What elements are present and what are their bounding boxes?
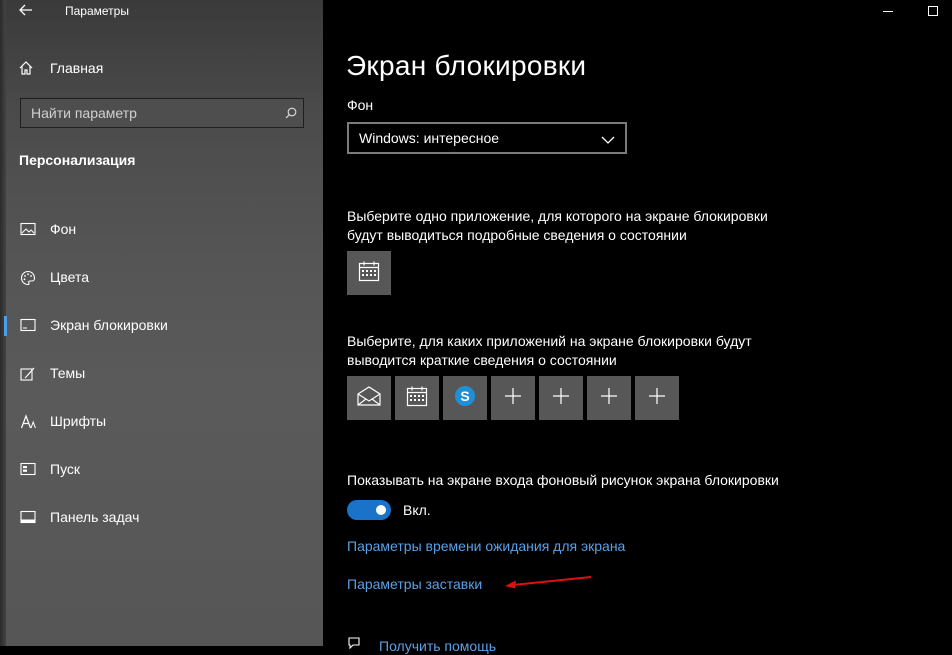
lock-screen-icon [20, 318, 36, 334]
sidebar-item-label: Шрифты [50, 413, 107, 429]
home-icon [18, 60, 34, 76]
plus-icon [553, 387, 569, 409]
sidebar-item-lock-screen[interactable]: Экран блокировки [0, 302, 323, 350]
screen-timeout-link[interactable]: Параметры времени ожидания для экрана [347, 538, 625, 554]
sidebar-item-label: Пуск [50, 461, 81, 477]
search-icon[interactable] [279, 99, 303, 127]
sidebar-item-label: Экран блокировки [50, 317, 168, 333]
plus-icon [505, 387, 521, 409]
skype-icon: S [453, 384, 477, 413]
nav-list: Фон Цвета Экран блокировки Темы Шрифты П… [0, 206, 323, 542]
background-label: Фон [347, 97, 374, 113]
mail-icon [357, 385, 381, 411]
toggle-state-label: Вкл. [403, 502, 431, 518]
svg-text:S: S [460, 388, 469, 404]
quick-status-mail-button[interactable] [347, 376, 391, 420]
minimize-icon[interactable] [868, 0, 908, 22]
detailed-status-app-button[interactable] [347, 251, 391, 295]
screensaver-link[interactable]: Параметры заставки [347, 576, 482, 592]
quick-status-add-button-1[interactable] [491, 376, 535, 420]
quick-status-calendar-button[interactable] [395, 376, 439, 420]
app-title: Параметры [65, 4, 129, 18]
sidebar-item-label: Темы [50, 365, 86, 381]
maximize-icon[interactable] [913, 0, 952, 22]
sidebar-item-start[interactable]: Пуск [0, 446, 323, 494]
search-input[interactable] [21, 104, 279, 122]
fonts-icon [20, 414, 36, 430]
chevron-down-icon [601, 132, 615, 148]
signin-background-toggle[interactable] [347, 500, 391, 520]
sidebar-item-fonts[interactable]: Шрифты [0, 398, 323, 446]
nav-home[interactable]: Главная [18, 58, 103, 78]
quick-status-add-button-3[interactable] [587, 376, 631, 420]
annotation-arrow [505, 576, 592, 589]
sidebar-item-label: Панель задач [50, 509, 140, 525]
calendar-icon [358, 260, 380, 287]
quick-status-add-button-4[interactable] [635, 376, 679, 420]
themes-icon [20, 366, 36, 382]
quick-status-add-button-2[interactable] [539, 376, 583, 420]
detailed-status-text: Выберите одно приложение, для которого н… [347, 208, 768, 243]
toggle-knob [376, 505, 386, 515]
sidebar-item-background[interactable]: Фон [0, 206, 323, 254]
nav-home-label: Главная [50, 60, 104, 76]
active-indicator [4, 316, 7, 336]
sidebar-item-taskbar[interactable]: Панель задач [0, 494, 323, 542]
main-content: Экран блокировки Фон Windows: интересное… [323, 0, 952, 654]
quick-status-skype-button[interactable]: S [443, 376, 487, 420]
palette-icon [20, 270, 36, 286]
arrow-left-icon[interactable] [14, 2, 38, 22]
background-dropdown[interactable]: Windows: интересное [347, 122, 627, 154]
background-dropdown-value: Windows: интересное [359, 130, 500, 146]
page-title: Экран блокировки [346, 50, 587, 81]
sidebar-item-colors[interactable]: Цвета [0, 254, 323, 302]
section-title: Персонализация [19, 152, 136, 168]
quick-status-text: Выберите, для каких приложений на экране… [347, 333, 752, 368]
title-bar: Параметры [0, 0, 323, 24]
picture-icon [20, 222, 36, 238]
taskbar-icon [20, 510, 36, 526]
sidebar-item-themes[interactable]: Темы [0, 350, 323, 398]
sidebar-item-label: Фон [50, 221, 77, 237]
plus-icon [649, 387, 665, 409]
calendar-icon [406, 385, 428, 412]
signin-background-text: Показывать на экране входа фоновый рисун… [347, 472, 779, 488]
sidebar-item-label: Цвета [50, 269, 89, 285]
sidebar: Параметры Главная Персонализация Фон Цве… [0, 0, 323, 646]
plus-icon [601, 387, 617, 409]
start-icon [20, 462, 36, 478]
search-box[interactable] [20, 98, 304, 128]
